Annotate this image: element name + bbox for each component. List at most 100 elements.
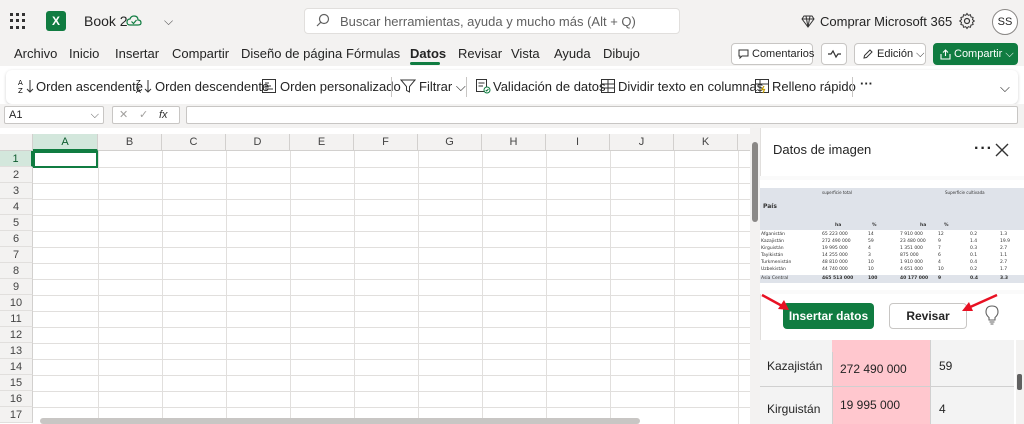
tab-inicio[interactable]: Inicio [69,46,99,61]
preview-cell: 10 [868,260,874,265]
close-icon[interactable] [995,143,1009,157]
tab-ayuda[interactable]: Ayuda [554,46,591,61]
horizontal-scrollbar[interactable] [40,418,640,424]
row-header[interactable]: 13 [0,343,33,359]
select-all-corner[interactable] [0,134,33,151]
row-header[interactable]: 14 [0,359,33,375]
preview-cell: Uzbekistán [761,267,786,272]
country-cell[interactable]: Kazajistán [767,359,822,373]
sort-ascending-button[interactable]: Orden ascendente [36,79,143,94]
percent-cell[interactable]: 59 [939,359,952,373]
name-box[interactable]: A1 ⌵ [4,106,104,124]
preview-cell: Kazajistán [761,239,784,244]
custom-sort-button[interactable]: Orden personalizado [280,79,401,94]
column-header[interactable]: E [290,134,354,151]
buy-microsoft-365-link[interactable]: Comprar Microsoft 365 [820,14,952,29]
active-cell-a1[interactable] [33,151,98,168]
row-header[interactable]: 3 [0,183,33,199]
row-header[interactable]: 5 [0,215,33,231]
avatar[interactable]: SS [992,9,1018,35]
lightbulb-icon[interactable] [985,305,999,325]
column-header[interactable]: J [610,134,674,151]
tab-dibujo[interactable]: Dibujo [603,46,640,61]
comments-button[interactable]: Comentarios [731,43,814,65]
tab-formulas[interactable]: Fórmulas [346,46,400,61]
row-header[interactable]: 6 [0,231,33,247]
row-header[interactable]: 10 [0,295,33,311]
activity-button[interactable] [821,43,847,65]
insert-data-button[interactable]: Insertar datos [783,303,874,329]
tab-vista[interactable]: Vista [511,46,540,61]
insert-function-icon[interactable]: fx [159,107,168,123]
panel-more-options-button[interactable]: ··· [974,140,993,158]
column-header[interactable]: D [226,134,290,151]
preview-cell: 19 995 000 [822,246,848,251]
share-button[interactable]: Compartir ⌵ [933,43,1018,65]
column-header[interactable]: H [482,134,546,151]
row-header[interactable]: 1 [0,151,33,167]
grid-line [33,295,750,296]
preview-cell: 0.4 [970,260,978,265]
more-options-button[interactable]: ··· [860,76,873,91]
scrollbar-thumb[interactable] [752,142,758,222]
tab-archivo[interactable]: Archivo [14,46,57,61]
row-header[interactable]: 15 [0,375,33,391]
row-header[interactable]: 2 [0,167,33,183]
grid-line [738,151,739,424]
editing-mode-button[interactable]: Edición ⌵ [854,43,926,65]
column-header[interactable]: K [674,134,738,151]
pencil-icon [863,49,873,59]
cancel-icon[interactable]: ✕ [119,107,128,123]
tab-compartir[interactable]: Compartir [172,46,229,61]
chevron-down-icon[interactable]: ⌵ [164,14,173,29]
tab-datos[interactable]: Datos [410,46,446,61]
preview-cell: 1.3 [1000,232,1008,237]
row-header[interactable]: 7 [0,247,33,263]
country-cell[interactable]: Kirguistán [767,402,820,416]
gear-icon[interactable] [958,12,976,30]
sort-descending-button[interactable]: Orden descendente [155,79,269,94]
tab-diseno-de-pagina[interactable]: Diseño de página [241,46,342,61]
tab-insertar[interactable]: Insertar [115,46,159,61]
tab-revisar[interactable]: Revisar [458,46,502,61]
chevron-down-icon[interactable]: ⌵ [91,107,99,123]
flash-fill-button[interactable]: Relleno rápido [772,79,856,94]
row-header[interactable]: 17 [0,407,33,423]
preview-cell: Tayikistán [761,253,784,258]
error-cell[interactable]: 272 490 000 [833,352,930,386]
panel-scrollbar-thumb[interactable] [1017,374,1022,390]
comment-icon [738,49,749,59]
enter-icon[interactable]: ✓ [139,107,148,123]
row-header[interactable]: 8 [0,263,33,279]
row-header[interactable]: 16 [0,391,33,407]
row-header[interactable]: 4 [0,199,33,215]
preview-cell: 0.2 [970,232,978,237]
grid-line [33,359,750,360]
formula-input[interactable] [186,106,1018,124]
text-to-columns-button[interactable]: Dividir texto en columnas [618,79,763,94]
column-header[interactable]: C [162,134,226,151]
grid-line [33,215,750,216]
column-header[interactable] [738,134,750,151]
column-header[interactable]: A [33,134,98,151]
row-header[interactable]: 12 [0,327,33,343]
filter-button[interactable]: Filtrar ⌵ [419,79,466,95]
preview-cell: 65 223 000 [822,232,848,237]
row-header[interactable]: 9 [0,279,33,295]
column-header[interactable]: G [418,134,482,151]
row-header[interactable]: 11 [0,311,33,327]
ribbon-expand-chevron-icon[interactable]: ⌵ [1000,80,1010,96]
column-header[interactable]: B [98,134,162,151]
review-button[interactable]: Revisar [889,303,967,329]
data-validation-button[interactable]: Validación de datos [493,79,606,94]
sort-descending-icon: ZA [136,79,152,94]
book-title[interactable]: Book 2 [84,13,128,29]
panel-title: Datos de imagen [773,142,872,157]
column-header[interactable]: F [354,134,418,151]
error-cell[interactable]: 19 995 000 [833,387,930,424]
column-header[interactable]: I [546,134,610,151]
app-launcher-icon[interactable] [10,13,26,29]
ribbon-divider [391,77,392,97]
error-cell[interactable] [832,340,930,352]
percent-cell[interactable]: 4 [939,402,946,416]
